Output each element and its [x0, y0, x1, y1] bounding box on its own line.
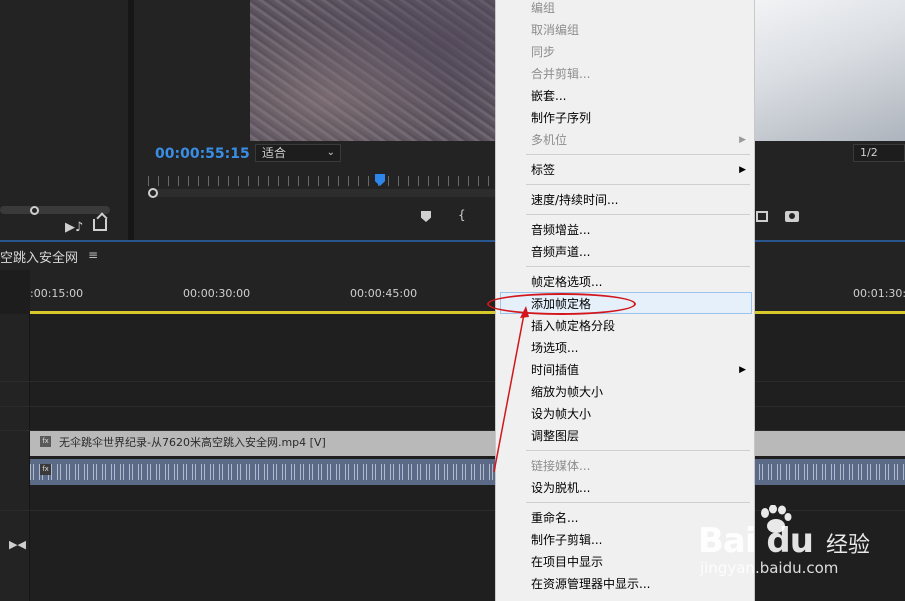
menu-item-link-media[interactable]: 链接媒体...: [496, 455, 754, 477]
fx-badge-icon: fx: [40, 436, 51, 447]
menu-item-scale-to-frame-size[interactable]: 缩放为帧大小: [496, 381, 754, 403]
menu-item-audio-channels[interactable]: 音频声道...: [496, 241, 754, 263]
track-divider: [0, 381, 905, 382]
watermark-url: jingyan.baidu.com: [700, 559, 839, 577]
timeline-header: [0, 242, 905, 270]
ruler-label: 00:01:30:00: [853, 287, 905, 300]
menu-separator: [526, 154, 750, 155]
zoom-fit-select[interactable]: 适合 ⌄: [255, 144, 341, 162]
program-video-frame: 9000 8000 7000 5000 0: [250, 0, 544, 141]
monitor-time-ruler[interactable]: [148, 176, 498, 186]
ruler-label: 00:00:45:00: [350, 287, 418, 300]
menu-separator: [526, 266, 750, 267]
menu-separator: [526, 502, 750, 503]
menu-item-set-to-frame-size[interactable]: 设为帧大小: [496, 403, 754, 425]
audio-clip[interactable]: fx: [30, 459, 905, 485]
source-scrub-handle[interactable]: [30, 206, 39, 215]
resolution-value: 1/2: [860, 146, 878, 159]
sequence-tab[interactable]: 空跳入安全网: [0, 247, 78, 266]
menu-item-time-interpolation[interactable]: 时间插值 ▶: [496, 359, 754, 381]
watermark-brand-cn: 经验: [826, 533, 871, 558]
mark-in-icon[interactable]: {: [458, 208, 466, 222]
submenu-arrow-icon: ▶: [739, 165, 746, 175]
resolution-select[interactable]: 1/2: [853, 144, 905, 162]
menu-item-field-options[interactable]: 场选项...: [496, 337, 754, 359]
submenu-arrow-icon: ▶: [739, 365, 746, 375]
menu-item-audio-gain[interactable]: 音频增益...: [496, 219, 754, 241]
clip-name: 无伞跳伞世界纪录-从7620米高空跳入安全网.mp4 [V]: [59, 436, 326, 449]
menu-item-make-subsequence[interactable]: 制作子序列: [496, 107, 754, 129]
zoom-bar-handle[interactable]: [148, 188, 158, 198]
menu-item-frame-hold-options[interactable]: 帧定格选项...: [496, 271, 754, 293]
monitor-zoom-bar[interactable]: [148, 189, 498, 197]
panel-menu-icon[interactable]: ≡: [88, 248, 98, 262]
annotation-arrow: [493, 306, 529, 473]
menu-item-multicamera[interactable]: 多机位 ▶: [496, 129, 754, 151]
source-scrub-bar[interactable]: [0, 206, 110, 214]
camera-icon[interactable]: [785, 211, 799, 222]
timeline-time-ruler[interactable]: [30, 270, 905, 314]
menu-item-insert-frame-hold-segment[interactable]: 插入帧定格分段: [496, 315, 754, 337]
video-clip[interactable]: fx 无伞跳伞世界纪录-从7620米高空跳入安全网.mp4 [V]: [30, 431, 905, 456]
chevron-down-icon: ⌄: [326, 147, 335, 158]
track-headers: [0, 314, 30, 601]
zoom-fit-value: 适合: [262, 146, 287, 160]
menu-item-adjustment-layer[interactable]: 调整图层: [496, 425, 754, 447]
menu-item-nest[interactable]: 嵌套...: [496, 85, 754, 107]
menu-item-synchronize[interactable]: 同步: [496, 41, 754, 63]
insert-icon[interactable]: [756, 211, 768, 222]
baidu-jingyan-watermark: Bai du 经验 jingyan.baidu.com: [698, 505, 898, 585]
export-frame-icon[interactable]: [93, 219, 107, 231]
menu-separator: [526, 450, 750, 451]
playhead-timecode[interactable]: 00:00:55:15: [155, 146, 250, 162]
watermark-brand: Bai du: [698, 521, 814, 561]
track-collapse-icon[interactable]: ▶◀: [9, 538, 26, 551]
ruler-label: :00:15:00: [30, 287, 84, 300]
menu-item-merge-clips[interactable]: 合并剪辑...: [496, 63, 754, 85]
audio-waveform: [30, 464, 905, 480]
ruler-label: 00:00:30:00: [183, 287, 251, 300]
audio-only-icon[interactable]: ▶♪: [65, 220, 83, 235]
track-divider: [0, 406, 905, 407]
menu-item-group[interactable]: 编组: [496, 0, 754, 19]
menu-separator: [526, 184, 750, 185]
fx-badge-icon: fx: [40, 464, 51, 475]
menu-item-label[interactable]: 标签 ▶: [496, 159, 754, 181]
menu-separator: [526, 214, 750, 215]
submenu-arrow-icon: ▶: [739, 135, 746, 145]
menu-item-make-offline[interactable]: 设为脱机...: [496, 477, 754, 499]
menu-item-speed-duration[interactable]: 速度/持续时间...: [496, 189, 754, 211]
source-panel: ▶♪: [0, 0, 128, 240]
menu-item-ungroup[interactable]: 取消编组: [496, 19, 754, 41]
program-video-frame-right: [754, 0, 905, 141]
